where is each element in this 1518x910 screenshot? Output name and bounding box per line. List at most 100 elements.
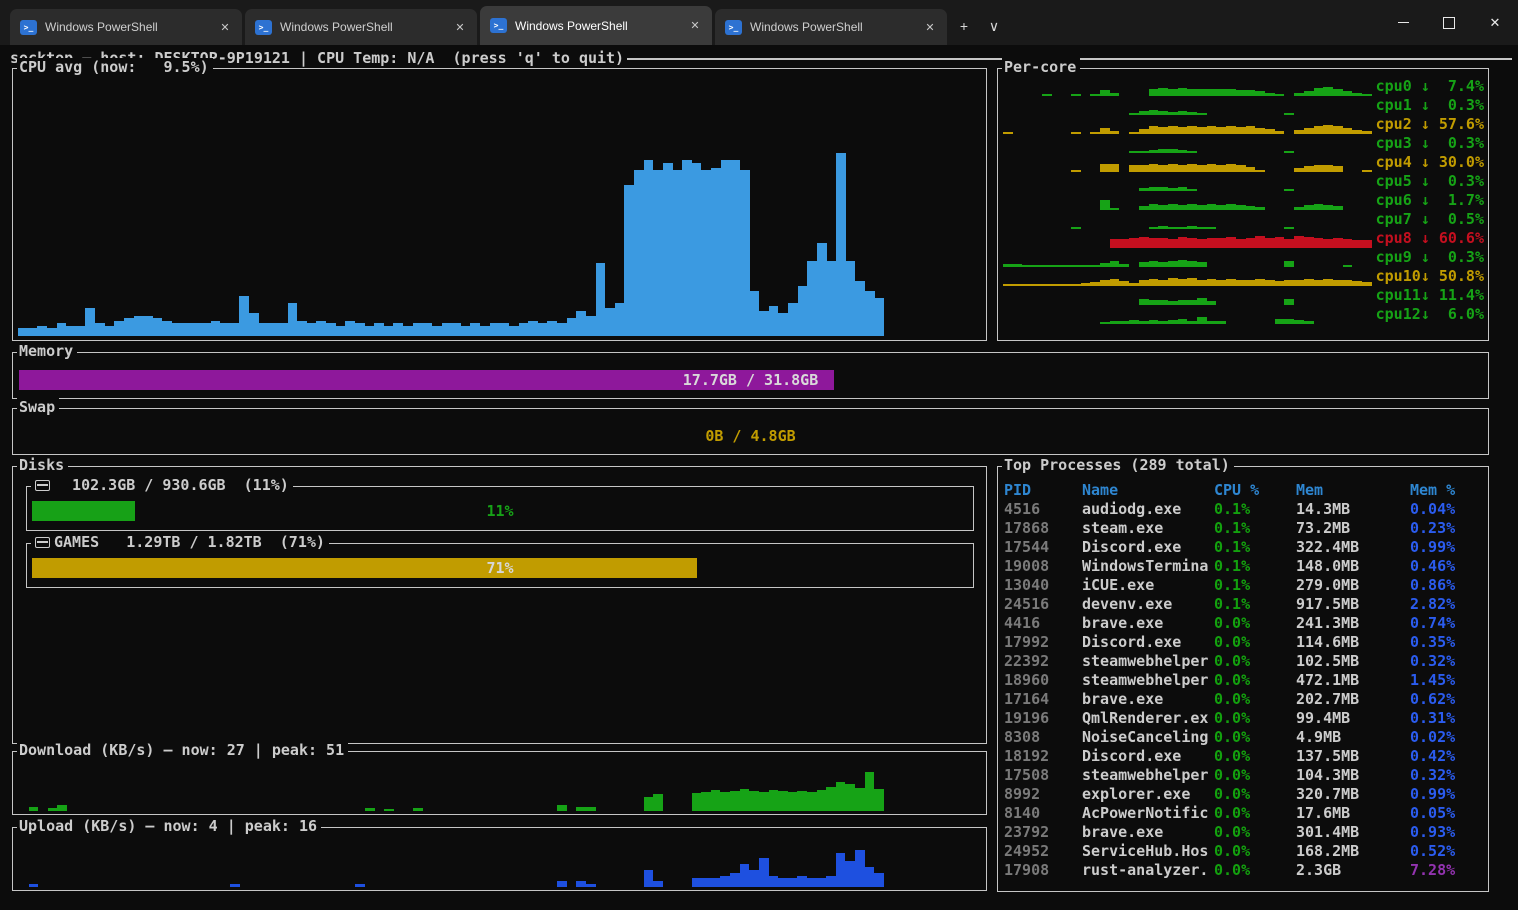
- cell: 0.32%: [1410, 766, 1485, 785]
- cell: 0.99%: [1410, 785, 1485, 804]
- disk-icon: [35, 537, 50, 548]
- maximize-icon: [1443, 17, 1455, 29]
- disk-name: GAMES: [54, 533, 99, 552]
- core-row-cpu10: cpu10↓ 50.8%: [1003, 267, 1484, 286]
- core-label: cpu5 ↓ 0.3%: [1372, 172, 1484, 191]
- new-tab-button[interactable]: +: [951, 11, 977, 41]
- cell: 0.0%: [1214, 633, 1296, 652]
- process-row: 8140AcPowerNotific0.0%17.6MB0.05%: [1004, 804, 1485, 823]
- tab-windows-powershell[interactable]: >_Windows PowerShell✕: [715, 9, 947, 45]
- disks-panel: Disks 102.3GB / 930.6GB (11%) 11% GAMES …: [12, 466, 987, 744]
- disk-icon: [35, 480, 50, 491]
- cell: 24952: [1004, 842, 1082, 861]
- upload-panel: Upload (KB/s) — now: 4 | peak: 16: [12, 827, 987, 891]
- cell: 301.4MB: [1296, 823, 1410, 842]
- core-sparkline: [1003, 117, 1372, 134]
- tab-close-icon[interactable]: ✕: [921, 18, 939, 36]
- core-row-cpu11: cpu11↓ 11.4%: [1003, 286, 1484, 305]
- cell: 19196: [1004, 709, 1082, 728]
- core-sparkline: [1003, 307, 1372, 324]
- process-row: 17908rust-analyzer.0.0%2.3GB7.28%: [1004, 861, 1485, 880]
- cell: 18192: [1004, 747, 1082, 766]
- cell: 0.0%: [1214, 709, 1296, 728]
- core-row-cpu0: cpu0 ↓ 7.4%: [1003, 77, 1484, 96]
- core-sparkline: [1003, 174, 1372, 191]
- cell: explorer.exe: [1082, 785, 1214, 804]
- tab-windows-powershell[interactable]: >_Windows PowerShell✕: [245, 9, 477, 45]
- memory-usage-text: 17.7GB / 31.8GB: [19, 370, 1482, 390]
- process-row: 22392steamwebhelper0.0%102.5MB0.32%: [1004, 652, 1485, 671]
- cell: 0.04%: [1410, 500, 1485, 519]
- cell: 148.0MB: [1296, 557, 1410, 576]
- tab-close-icon[interactable]: ✕: [216, 18, 234, 36]
- cell: audiodg.exe: [1082, 500, 1214, 519]
- core-label: cpu6 ↓ 1.7%: [1372, 191, 1484, 210]
- cell: 4416: [1004, 614, 1082, 633]
- cell: 472.1MB: [1296, 671, 1410, 690]
- process-table-header: PIDNameCPU %MemMem %: [1004, 481, 1485, 500]
- cell: 0.35%: [1410, 633, 1485, 652]
- tab-bar: >_Windows PowerShell✕>_Windows PowerShel…: [0, 0, 1518, 45]
- process-row: 19008WindowsTermina0.1%148.0MB0.46%: [1004, 557, 1485, 576]
- cell: 114.6MB: [1296, 633, 1410, 652]
- maximize-button[interactable]: [1426, 0, 1472, 45]
- cell: 0.1%: [1214, 576, 1296, 595]
- tab-dropdown-button[interactable]: ∨: [981, 11, 1007, 41]
- core-row-cpu5: cpu5 ↓ 0.3%: [1003, 172, 1484, 191]
- cell: ServiceHub.Hos: [1082, 842, 1214, 861]
- core-sparkline: [1003, 212, 1372, 229]
- cell: 0.52%: [1410, 842, 1485, 861]
- cell: 104.3MB: [1296, 766, 1410, 785]
- disk-usage-text: 1.29TB / 1.82TB (71%): [99, 533, 325, 552]
- cell: 22392: [1004, 652, 1082, 671]
- swap-panel: Swap 0B / 4.8GB: [12, 408, 1489, 455]
- process-row: 19196QmlRenderer.ex0.0%99.4MB0.31%: [1004, 709, 1485, 728]
- cell: 18960: [1004, 671, 1082, 690]
- core-row-cpu8: cpu8 ↓ 60.6%: [1003, 229, 1484, 248]
- cell: 8992: [1004, 785, 1082, 804]
- core-label: cpu4 ↓ 30.0%: [1372, 153, 1484, 172]
- tab-label: Windows PowerShell: [280, 20, 451, 34]
- cell: Discord.exe: [1082, 633, 1214, 652]
- core-label: cpu2 ↓ 57.6%: [1372, 115, 1484, 134]
- powershell-icon: >_: [490, 18, 507, 33]
- process-row: 8308NoiseCanceling0.0%4.9MB0.02%: [1004, 728, 1485, 747]
- minimize-button[interactable]: [1380, 0, 1426, 45]
- cell: 917.5MB: [1296, 595, 1410, 614]
- cell: steamwebhelper: [1082, 766, 1214, 785]
- cell: 102.5MB: [1296, 652, 1410, 671]
- cell: 17164: [1004, 690, 1082, 709]
- column-header: PID: [1004, 481, 1082, 500]
- tab-windows-powershell[interactable]: >_Windows PowerShell✕: [10, 9, 242, 45]
- tab-close-icon[interactable]: ✕: [451, 18, 469, 36]
- core-row-cpu6: cpu6 ↓ 1.7%: [1003, 191, 1484, 210]
- cell: 8308: [1004, 728, 1082, 747]
- cell: NoiseCanceling: [1082, 728, 1214, 747]
- disks-panel-title: Disks: [17, 456, 68, 475]
- process-row: 17868steam.exe0.1%73.2MB0.23%: [1004, 519, 1485, 538]
- terminal-content: socktop — host: DESKTOP-9P19121 | CPU Te…: [0, 45, 1518, 910]
- process-row: 24516devenv.exe0.1%917.5MB2.82%: [1004, 595, 1485, 614]
- close-button[interactable]: ✕: [1472, 0, 1518, 45]
- tab-close-icon[interactable]: ✕: [686, 17, 704, 35]
- cell: 2.82%: [1410, 595, 1485, 614]
- cell: 0.0%: [1214, 861, 1296, 880]
- tab-windows-powershell[interactable]: >_Windows PowerShell✕: [480, 6, 712, 45]
- column-header: CPU %: [1214, 481, 1296, 500]
- core-label: cpu3 ↓ 0.3%: [1372, 134, 1484, 153]
- swap-bar: 0B / 4.8GB: [19, 426, 1482, 446]
- cell: AcPowerNotific: [1082, 804, 1214, 823]
- core-row-cpu9: cpu9 ↓ 0.3%: [1003, 248, 1484, 267]
- memory-panel: Memory 17.7GB / 31.8GB: [12, 352, 1489, 399]
- cell: 17908: [1004, 861, 1082, 880]
- column-header: Name: [1082, 481, 1214, 500]
- cell: 0.05%: [1410, 804, 1485, 823]
- cell: steamwebhelper: [1082, 671, 1214, 690]
- disk-usage-bar: 71%: [32, 558, 968, 578]
- process-row: 18192Discord.exe0.0%137.5MB0.42%: [1004, 747, 1485, 766]
- cell: 23792: [1004, 823, 1082, 842]
- core-row-cpu12: cpu12↓ 6.0%: [1003, 305, 1484, 324]
- cell: brave.exe: [1082, 614, 1214, 633]
- core-label: cpu10↓ 50.8%: [1372, 267, 1484, 286]
- core-label: cpu9 ↓ 0.3%: [1372, 248, 1484, 267]
